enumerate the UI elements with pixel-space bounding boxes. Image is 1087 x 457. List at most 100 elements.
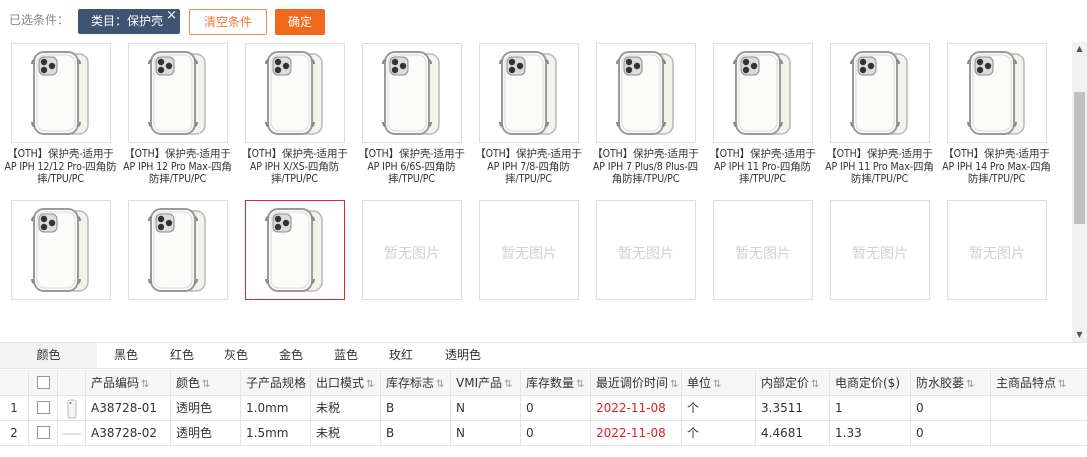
row-checkbox-cell[interactable]: [29, 421, 58, 445]
product-card[interactable]: 【OTH】保护壳-适用于AP IPH X/XS-四角防摔/TPU/PC: [236, 148, 353, 305]
product-thumbnail[interactable]: [830, 43, 930, 143]
header-ecom-price[interactable]: 电商定价($): [830, 370, 911, 395]
sort-icon[interactable]: ⇅: [576, 379, 584, 390]
product-card[interactable]: 【OTH】保护壳-适用于AP IPH 6/6S-四角防摔/TPU/PC 暂无图片: [353, 148, 470, 305]
product-thumbnail[interactable]: 暂无图片: [596, 200, 696, 300]
product-title[interactable]: 【OTH】保护壳-适用于AP IPH 11 Pro Max-四角防摔/TPU/P…: [821, 148, 938, 200]
header-label: 产品编码: [91, 376, 140, 390]
tab-black[interactable]: 黑色: [100, 343, 152, 368]
product-card[interactable]: 【OTH】保护壳-适用于AP IPH 11 Pro-四角防摔/TPU/PC 暂无图…: [704, 148, 821, 305]
select-all-checkbox[interactable]: [37, 376, 50, 389]
tab-red[interactable]: 红色: [156, 343, 208, 368]
product-thumbnail[interactable]: 暂无图片: [947, 200, 1047, 300]
header-internal-price[interactable]: 内部定价 ⇅: [756, 370, 830, 395]
product-thumbnail[interactable]: [713, 43, 813, 143]
sort-icon[interactable]: ⇅: [436, 379, 444, 390]
product-thumbnail[interactable]: [128, 200, 228, 300]
product-title[interactable]: 【OTH】保护壳-适用于AP IPH 14 Pro Max-四角防摔/TPU/P…: [938, 148, 1055, 200]
product-title[interactable]: 【OTH】保护壳-适用于AP IPH 12/12 Pro-四角防摔/TPU/PC: [2, 148, 119, 200]
tab-color-header[interactable]: 颜色: [0, 343, 97, 368]
sort-icon[interactable]: ⇅: [504, 379, 512, 390]
product-card[interactable]: 【OTH】保护壳-适用于AP IPH 7 Plus/8 Plus-四角防摔/TP…: [587, 148, 704, 305]
header-vmi[interactable]: VMI产品 ⇅: [451, 370, 521, 395]
row-checkbox[interactable]: [37, 426, 50, 439]
header-main-feature[interactable]: 主商品特点 ⇅: [991, 370, 1087, 395]
product-thumbnail[interactable]: 暂无图片: [362, 200, 462, 300]
select-all-checkbox-cell[interactable]: [29, 370, 58, 395]
grid-scrollbar[interactable]: ▲ ▼: [1072, 42, 1087, 342]
sort-icon[interactable]: ⇅: [1058, 379, 1066, 390]
product-title[interactable]: 【OTH】保护壳-适用于AP IPH 11 Pro-四角防摔/TPU/PC: [704, 148, 821, 200]
product-card[interactable]: 【OTH】保护壳-适用于AP IPH 13 Pro-四角防摔/TPU/PC: [470, 42, 587, 148]
product-thumbnail[interactable]: [479, 43, 579, 143]
category-chip[interactable]: 类目：保护壳 ×: [78, 8, 180, 34]
tab-rose-red[interactable]: 玫红: [375, 343, 427, 368]
header-waterproof[interactable]: 防水胶蒌 ⇅: [911, 370, 991, 395]
header-last-price-date[interactable]: 最近调价时间 ⇅: [591, 370, 682, 395]
sort-icon[interactable]: ⇅: [811, 379, 819, 390]
table-row[interactable]: 1 A38728-01 透明色 1.0mm 未税 B N 0 2022-11-0…: [0, 396, 1087, 421]
product-thumbnail[interactable]: [11, 43, 111, 143]
header-color[interactable]: 颜色 ⇅: [171, 370, 241, 395]
sort-icon[interactable]: ⇅: [670, 379, 678, 390]
sort-icon[interactable]: ⇅: [141, 379, 149, 390]
scrollbar-thumb[interactable]: [1074, 92, 1085, 224]
product-card[interactable]: 【OTH】保护壳-适用于AP IPH 12/12 Pro-四角防摔/TPU/PC: [2, 148, 119, 305]
clear-filters-button[interactable]: 清空条件: [189, 9, 267, 35]
row-checkbox[interactable]: [37, 401, 50, 414]
table-row[interactable]: 2 A38728-02 透明色 1.5mm 未税 B N 0 2022-11-0…: [0, 421, 1087, 446]
product-card[interactable]: 【OTH】保护壳-适用于AP IPH 12 mini-四角防摔/TPU/PC: [938, 42, 1055, 148]
sort-icon[interactable]: ⇅: [713, 379, 721, 390]
product-card[interactable]: 【OTH】保护壳-适用于AP IPH 13 mini-四角防摔/TPU/PC: [236, 42, 353, 148]
product-card[interactable]: 【OTH】保护壳-适用于AP IPH XR-四角防摔/TPU/PC: [587, 42, 704, 148]
product-card[interactable]: 【OTH】保护壳-适用于AP IPH XS Max-四角防摔/TPU/PC: [704, 42, 821, 148]
product-thumbnail[interactable]: [58, 396, 86, 420]
product-title[interactable]: 【OTH】保护壳-适用于AP IPH 7/8-四角防摔/TPU/PC: [470, 148, 587, 200]
product-thumbnail[interactable]: 暂无图片: [713, 200, 813, 300]
header-spec[interactable]: 子产品规格: [241, 370, 311, 395]
product-thumbnail[interactable]: 暂无图片: [479, 200, 579, 300]
product-thumbnail[interactable]: [11, 200, 111, 300]
header-export-mode[interactable]: 出口模式 ⇅: [311, 370, 381, 395]
row-checkbox-cell[interactable]: [29, 396, 58, 420]
tab-gold[interactable]: 金色: [265, 343, 317, 368]
product-thumbnail[interactable]: [596, 43, 696, 143]
confirm-button[interactable]: 确定: [275, 9, 325, 35]
cell-product-code[interactable]: A38728-02: [86, 421, 171, 445]
phone-case-image: [850, 51, 908, 135]
header-product-code[interactable]: 产品编码 ⇅: [86, 370, 171, 395]
cell-product-code[interactable]: A38728-01: [86, 396, 171, 420]
tab-blue[interactable]: 蓝色: [320, 343, 372, 368]
product-card[interactable]: 【OTH】保护壳-适用于AP IPH 7/8-四角防摔/TPU/PC 暂无图片: [470, 148, 587, 305]
product-thumbnail[interactable]: [128, 43, 228, 143]
scroll-down-arrow-icon[interactable]: ▼: [1072, 328, 1087, 342]
product-thumbnail[interactable]: 暂无图片: [830, 200, 930, 300]
product-card[interactable]: 【OTH】保护壳-适用于AP IPH 13-四角防摔/TPU/PC: [353, 42, 470, 148]
product-thumbnail[interactable]: [362, 43, 462, 143]
product-title[interactable]: 【OTH】保护壳-适用于AP IPH 6/6S-四角防摔/TPU/PC: [353, 148, 470, 200]
header-unit[interactable]: 单位 ⇅: [682, 370, 756, 395]
product-title[interactable]: 【OTH】保护壳-适用于AP IPH 12 Pro Max-四角防摔/TPU/P…: [119, 148, 236, 200]
close-icon[interactable]: ×: [166, 3, 177, 28]
product-card[interactable]: 【OTH】保护壳-适用于AP IPH 13 Pro Max-四角防摔/TPU/P…: [2, 42, 119, 148]
header-stock-qty[interactable]: 库存数量 ⇅: [521, 370, 591, 395]
product-thumbnail[interactable]: [58, 421, 86, 445]
product-card[interactable]: 【OTH】保护壳-适用于AP IPH 5/5S/5C/SE-四角防摔/TPU/P…: [119, 42, 236, 148]
header-stock-flag[interactable]: 库存标志 ⇅: [381, 370, 451, 395]
product-card[interactable]: 【OTH】保护壳-适用于AP IPH 14 Pro Max-四角防摔/TPU/P…: [938, 148, 1055, 305]
sort-icon[interactable]: ⇅: [202, 379, 210, 390]
sort-icon[interactable]: ⇅: [966, 379, 974, 390]
product-card[interactable]: 【OTH】保护壳-适用于AP IPH 12 Pro Max-四角防摔/TPU/P…: [119, 148, 236, 305]
tab-gray[interactable]: 灰色: [210, 343, 262, 368]
product-thumbnail[interactable]: [245, 200, 345, 300]
product-title[interactable]: 【OTH】保护壳-适用于AP IPH X/XS-四角防摔/TPU/PC: [236, 148, 353, 200]
phone-case-image: [733, 51, 791, 135]
sort-icon[interactable]: ⇅: [366, 379, 374, 390]
product-thumbnail[interactable]: [947, 43, 1047, 143]
product-card[interactable]: 【OTH】保护壳-适用于AP IPH 11-四角防摔/TPU/PC: [821, 42, 938, 148]
scroll-up-arrow-icon[interactable]: ▲: [1072, 42, 1087, 56]
tab-transparent[interactable]: 透明色: [432, 343, 494, 368]
product-title[interactable]: 【OTH】保护壳-适用于AP IPH 7 Plus/8 Plus-四角防摔/TP…: [587, 148, 704, 200]
product-card[interactable]: 【OTH】保护壳-适用于AP IPH 11 Pro Max-四角防摔/TPU/P…: [821, 148, 938, 305]
product-thumbnail[interactable]: [245, 43, 345, 143]
